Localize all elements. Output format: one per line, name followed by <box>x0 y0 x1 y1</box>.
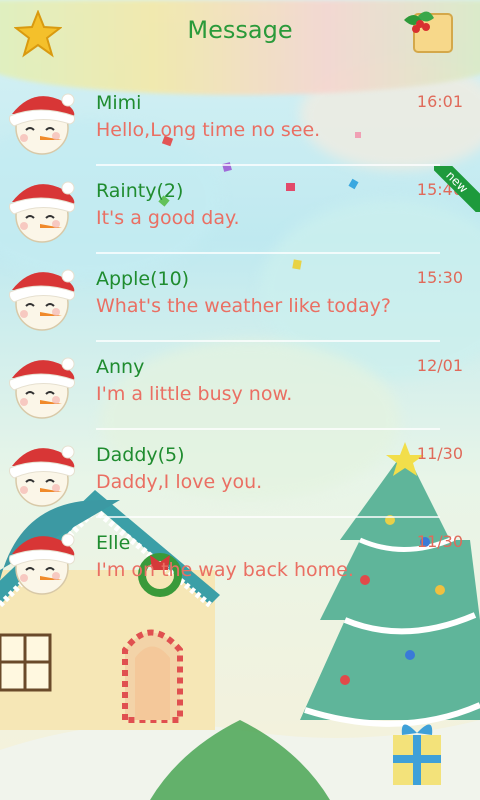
conversation-row[interactable]: Apple(10) What's the weather like today?… <box>0 254 480 342</box>
header-bar: Message <box>0 0 480 95</box>
holly-scroll-icon[interactable] <box>400 6 460 58</box>
contact-name: Daddy(5) <box>96 444 185 466</box>
contact-name: Rainty(2) <box>96 180 184 202</box>
contact-name: Mimi <box>96 92 142 114</box>
message-time: 15:30 <box>416 268 463 287</box>
conversation-row[interactable]: Rainty(2) It's a good day. 15:40 new <box>0 166 480 254</box>
snowman-avatar-icon <box>9 93 75 155</box>
message-time: 11/30 <box>416 444 463 463</box>
conversation-row[interactable]: Elle I'm on the way back home. 11/30 <box>0 518 480 606</box>
snowman-avatar-icon <box>9 181 75 243</box>
message-preview: What's the weather like today? <box>96 295 391 317</box>
contact-name: Elle <box>96 532 131 554</box>
conversation-row[interactable]: Mimi Hello,Long time no see. 16:01 <box>0 78 480 166</box>
snowman-avatar-icon <box>9 269 75 331</box>
contact-name: Apple(10) <box>96 268 190 290</box>
snowman-avatar-icon <box>9 445 75 507</box>
conversation-row[interactable]: Anny I'm a little busy now. 12/01 <box>0 342 480 430</box>
message-time: 11/30 <box>416 532 463 551</box>
conversation-list: Mimi Hello,Long time no see. 16:01 Raint… <box>0 78 480 606</box>
message-preview: I'm a little busy now. <box>96 383 293 405</box>
contact-name: Anny <box>96 356 145 378</box>
message-preview: Hello,Long time no see. <box>96 119 321 141</box>
snowman-avatar-icon <box>9 533 75 595</box>
new-badge: new <box>434 166 480 212</box>
message-preview: I'm on the way back home. <box>96 559 354 581</box>
message-preview: Daddy,I love you. <box>96 471 263 493</box>
conversation-row[interactable]: Daddy(5) Daddy,I love you. 11/30 <box>0 430 480 518</box>
snowman-avatar-icon <box>9 357 75 419</box>
message-time: 12/01 <box>416 356 463 375</box>
message-preview: It's a good day. <box>96 207 240 229</box>
message-time: 16:01 <box>416 92 463 111</box>
